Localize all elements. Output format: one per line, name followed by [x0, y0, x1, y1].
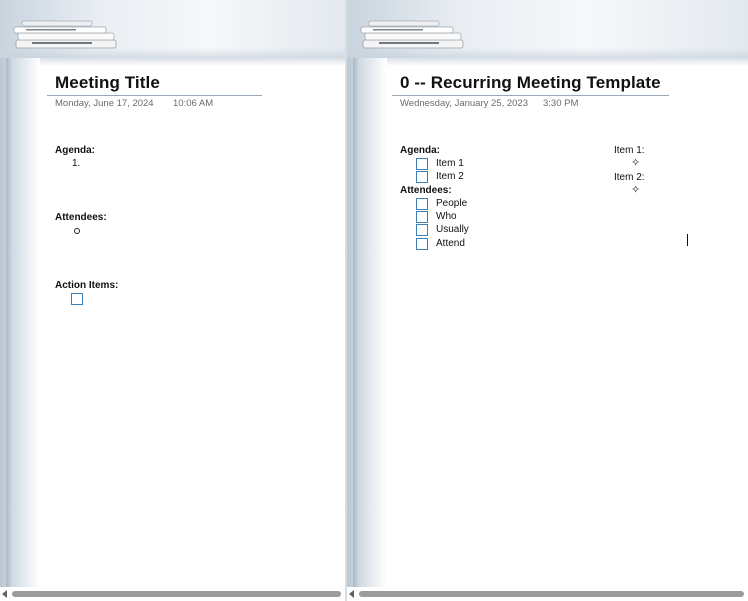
page-header-band: [347, 0, 748, 58]
title-underline: [392, 95, 669, 96]
agenda-item[interactable]: Item 2: [436, 171, 464, 182]
scroll-track[interactable]: [12, 591, 341, 597]
left-note-page: Meeting Title Monday, June 17, 2024 10:0…: [0, 0, 345, 601]
attendees-label[interactable]: Attendees:: [55, 212, 107, 223]
agenda-item[interactable]: Item 1: [436, 158, 464, 169]
action-items-label[interactable]: Action Items:: [55, 280, 118, 291]
attendee-item[interactable]: Who: [436, 211, 457, 222]
page-title[interactable]: 0 -- Recurring Meeting Template: [400, 73, 661, 93]
checkbox-icon[interactable]: [71, 293, 83, 305]
attendee-item[interactable]: Usually: [436, 224, 469, 235]
checkbox-icon[interactable]: [416, 158, 428, 170]
text-cursor: [687, 234, 688, 246]
page-time: 3:30 PM: [543, 98, 579, 109]
stacked-papers-icon: [13, 20, 117, 49]
scroll-thumb[interactable]: [12, 591, 341, 597]
side-item-label[interactable]: Item 1:: [614, 145, 645, 156]
checkbox-icon[interactable]: [416, 238, 428, 250]
attendees-label[interactable]: Attendees:: [400, 185, 452, 196]
attendee-item[interactable]: Attend: [436, 238, 465, 249]
scroll-thumb[interactable]: [359, 591, 744, 597]
agenda-item-number[interactable]: 1.: [72, 158, 80, 169]
horizontal-scrollbar[interactable]: [347, 587, 748, 601]
title-underline: [47, 95, 262, 96]
agenda-label[interactable]: Agenda:: [55, 145, 95, 156]
attendee-item[interactable]: People: [436, 198, 467, 209]
page-title[interactable]: Meeting Title: [55, 73, 160, 93]
horizontal-scrollbar[interactable]: [0, 587, 345, 601]
scroll-left-arrow-icon[interactable]: [349, 590, 354, 598]
page-time: 10:06 AM: [173, 98, 214, 109]
page-date: Monday, June 17, 2024: [55, 98, 154, 109]
checkbox-icon[interactable]: [416, 224, 428, 236]
bullet-circle-icon: [74, 228, 80, 234]
page-top-shadow: [387, 58, 748, 66]
checkbox-icon[interactable]: [416, 198, 428, 210]
right-note-page: 0 -- Recurring Meeting Template Wednesda…: [347, 0, 748, 601]
four-point-star-icon: ✧: [631, 184, 641, 196]
agenda-label[interactable]: Agenda:: [400, 145, 440, 156]
page-header-band: [0, 0, 345, 58]
checkbox-icon[interactable]: [416, 211, 428, 223]
page-side-strip: [0, 58, 40, 587]
stacked-papers-icon: [360, 20, 464, 49]
four-point-star-icon: ✧: [631, 157, 641, 169]
scroll-track[interactable]: [359, 591, 744, 597]
side-item-label[interactable]: Item 2:: [614, 172, 645, 183]
page-top-shadow: [40, 58, 345, 66]
page-date: Wednesday, January 25, 2023: [400, 98, 528, 109]
scroll-left-arrow-icon[interactable]: [2, 590, 7, 598]
checkbox-icon[interactable]: [416, 171, 428, 183]
page-side-strip: [347, 58, 387, 587]
